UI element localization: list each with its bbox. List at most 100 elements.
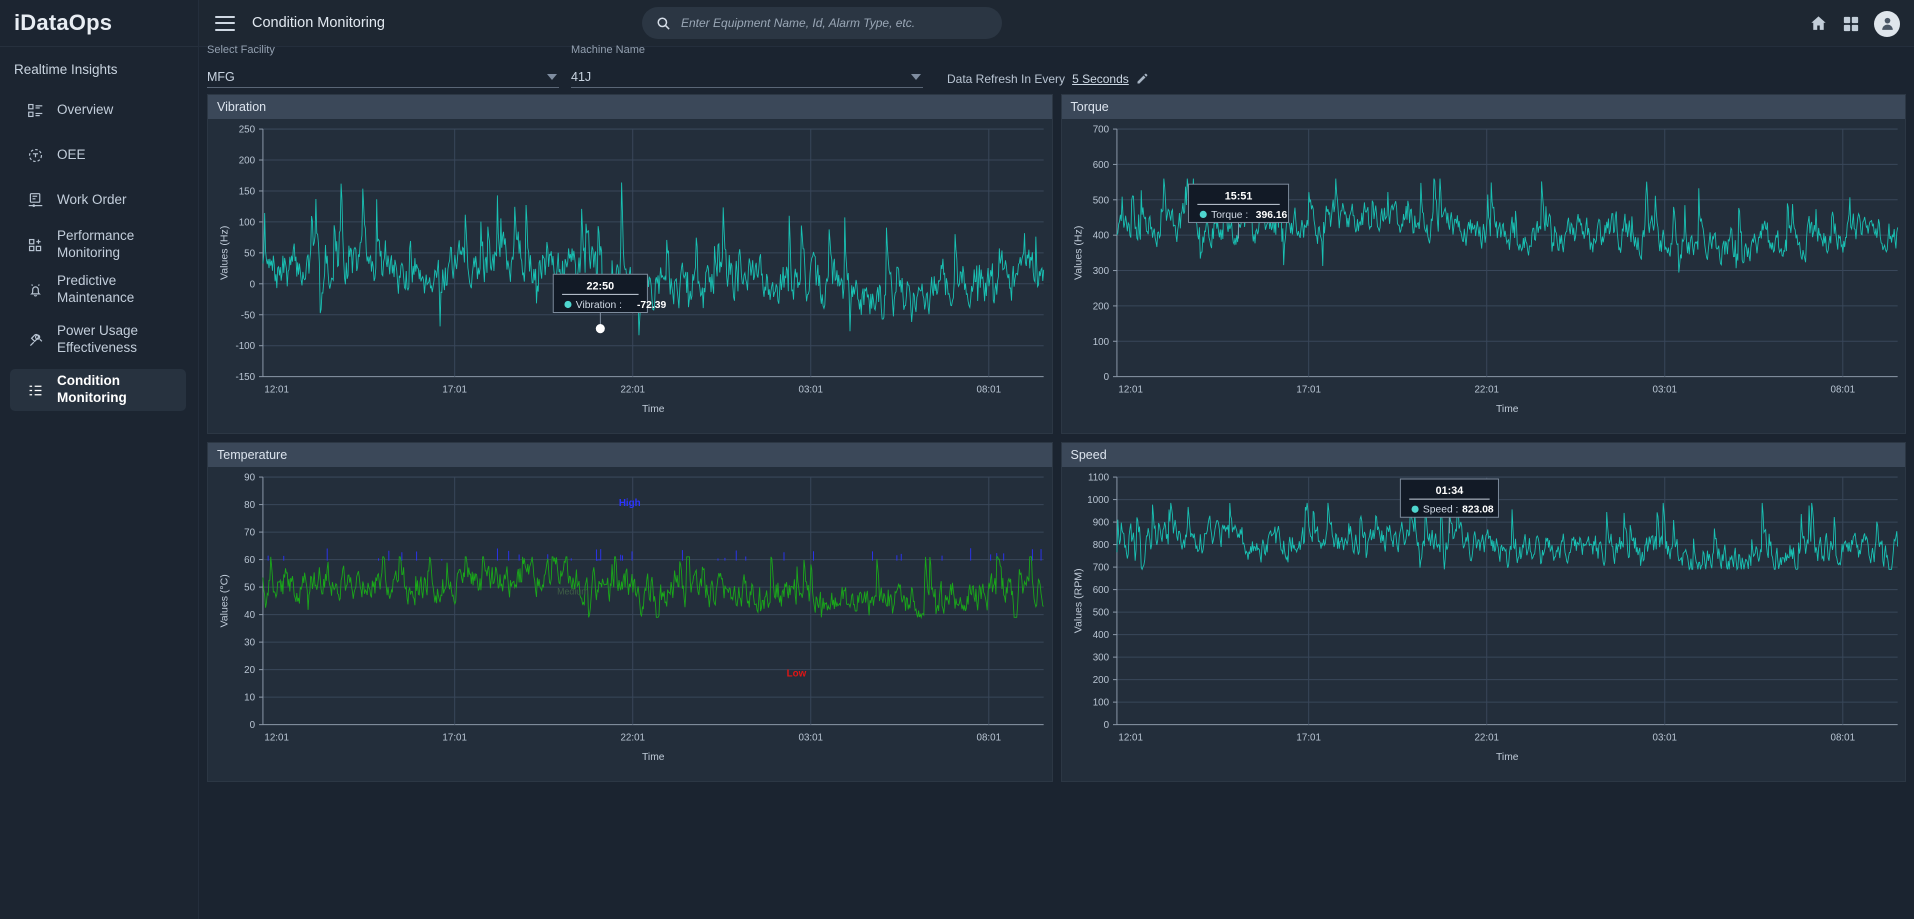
svg-text:12:01: 12:01 — [1118, 733, 1143, 744]
svg-text:01:34: 01:34 — [1435, 485, 1463, 497]
svg-text:800: 800 — [1092, 540, 1109, 551]
sidebar-item-label: Power Usage Effectiveness — [50, 323, 186, 357]
svg-text:Values (RPM): Values (RPM) — [1073, 568, 1084, 633]
svg-text:-72.39: -72.39 — [637, 300, 666, 311]
search-icon — [656, 16, 672, 31]
gauge-circle-icon — [20, 147, 50, 164]
sidebar-item-label: Work Order — [50, 192, 127, 209]
svg-text:03:01: 03:01 — [1652, 385, 1677, 396]
brand-logo[interactable]: iDataOps — [0, 0, 198, 47]
svg-text:60: 60 — [244, 555, 255, 566]
svg-text:Time: Time — [1496, 404, 1519, 415]
svg-text:500: 500 — [1092, 608, 1109, 619]
chart-speed[interactable]: 010020030040050060070080090010001100Valu… — [1062, 467, 1906, 781]
page-title: Condition Monitoring — [252, 15, 385, 31]
sidebar-item-label: Predictive Maintenance — [50, 273, 186, 307]
machine-select-value: 41J — [571, 70, 591, 84]
svg-text:150: 150 — [239, 186, 256, 197]
machine-select[interactable]: Machine Name 41J — [571, 66, 923, 88]
svg-text:100: 100 — [239, 217, 256, 228]
sidebar-item-predictive-maintenance[interactable]: Predictive Maintenance — [10, 269, 186, 311]
svg-text:17:01: 17:01 — [442, 733, 467, 744]
data-refresh-value[interactable]: 5 Seconds — [1072, 72, 1129, 86]
user-avatar-icon[interactable] — [1874, 11, 1900, 37]
sidebar-item-work-order[interactable]: Work Order — [10, 179, 186, 221]
sidebar-item-oee[interactable]: OEE — [10, 134, 186, 176]
list-layout-icon — [20, 102, 50, 119]
svg-text:08:01: 08:01 — [1830, 385, 1855, 396]
svg-text:300: 300 — [1092, 266, 1109, 277]
pencil-icon[interactable] — [1136, 73, 1148, 85]
svg-text:Time: Time — [1496, 752, 1519, 763]
svg-text:700: 700 — [1092, 563, 1109, 574]
svg-text:200: 200 — [239, 155, 256, 166]
main-content: Condition Monitoring — [199, 0, 1914, 919]
panel-temperature: Temperature 0102030405060708090Values (°… — [207, 442, 1053, 782]
chart-torque[interactable]: 0100200300400500600700Values (Hz) 12:011… — [1062, 119, 1906, 433]
svg-text:0: 0 — [1103, 720, 1109, 731]
sidebar-item-condition-monitoring[interactable]: Condition Monitoring — [10, 369, 186, 411]
svg-text:Low: Low — [787, 668, 807, 679]
svg-text:Values (°C): Values (°C) — [220, 574, 231, 627]
sidebar-item-performance-monitoring[interactable]: Performance Monitoring — [10, 224, 186, 266]
charts-grid: Vibration -150-100-50050100150200250Valu… — [199, 88, 1914, 919]
svg-text:Values (Hz): Values (Hz) — [1073, 226, 1084, 280]
svg-text:823.08: 823.08 — [1462, 505, 1494, 516]
panel-title-torque: Torque — [1062, 95, 1906, 119]
top-bar-icons — [1809, 0, 1900, 47]
svg-text:High: High — [619, 498, 641, 509]
search-input[interactable] — [672, 16, 988, 30]
svg-text:Values (Hz): Values (Hz) — [220, 226, 231, 280]
apps-grid-icon[interactable] — [1842, 15, 1860, 33]
svg-text:Speed :: Speed : — [1422, 505, 1457, 516]
panel-title-temperature: Temperature — [208, 443, 1052, 467]
svg-text:396.16: 396.16 — [1255, 210, 1287, 221]
svg-text:80: 80 — [244, 500, 255, 511]
svg-text:0: 0 — [250, 279, 256, 290]
svg-text:03:01: 03:01 — [798, 733, 823, 744]
sidebar-item-power-usage-effectiveness[interactable]: Power Usage Effectiveness — [10, 314, 186, 366]
svg-text:Time: Time — [642, 752, 665, 763]
machine-select-field[interactable]: 41J — [571, 66, 923, 88]
svg-text:03:01: 03:01 — [798, 385, 823, 396]
svg-text:08:01: 08:01 — [977, 733, 1002, 744]
svg-text:22:50: 22:50 — [587, 280, 615, 292]
chevron-down-icon — [911, 74, 921, 80]
svg-text:200: 200 — [1092, 301, 1109, 312]
svg-text:50: 50 — [244, 248, 255, 259]
sidebar-item-label: OEE — [50, 147, 86, 164]
svg-text:Medium: Medium — [557, 586, 588, 596]
svg-text:1000: 1000 — [1087, 495, 1109, 506]
chart-temperature[interactable]: 0102030405060708090Values (°C) 12:0117:0… — [208, 467, 1052, 781]
svg-text:-50: -50 — [241, 310, 256, 321]
svg-text:40: 40 — [244, 610, 255, 621]
sidebar-item-overview[interactable]: Overview — [10, 89, 186, 131]
svg-text:Torque :: Torque : — [1211, 210, 1248, 221]
svg-text:10: 10 — [244, 693, 255, 704]
svg-text:22:01: 22:01 — [620, 385, 645, 396]
svg-text:900: 900 — [1092, 517, 1109, 528]
facility-select-field[interactable]: MFG — [207, 66, 559, 88]
search-box[interactable] — [642, 7, 1002, 39]
hamburger-icon[interactable] — [215, 16, 235, 31]
svg-text:0: 0 — [1103, 372, 1109, 383]
panel-vibration: Vibration -150-100-50050100150200250Valu… — [207, 94, 1053, 434]
grid-plus-icon — [20, 237, 50, 254]
home-icon[interactable] — [1809, 14, 1828, 33]
svg-text:1100: 1100 — [1088, 472, 1110, 483]
svg-text:100: 100 — [1092, 698, 1109, 709]
facility-select[interactable]: Select Facility MFG — [207, 66, 559, 88]
data-refresh-prefix: Data Refresh In Every — [947, 72, 1065, 86]
power-plug-icon — [20, 332, 50, 349]
svg-text:300: 300 — [1092, 653, 1109, 664]
top-bar: Condition Monitoring — [199, 0, 1914, 47]
panel-speed: Speed 0100200300400500600700800900100011… — [1061, 442, 1907, 782]
chart-vibration[interactable]: -150-100-50050100150200250Values (Hz) 12… — [208, 119, 1052, 433]
data-refresh-note: Data Refresh In Every 5 Seconds — [947, 72, 1148, 86]
svg-text:12:01: 12:01 — [264, 733, 289, 744]
svg-text:12:01: 12:01 — [264, 385, 289, 396]
sidebar-section-title: Realtime Insights — [0, 47, 198, 89]
svg-text:400: 400 — [1092, 630, 1109, 641]
svg-text:50: 50 — [244, 583, 255, 594]
svg-text:200: 200 — [1092, 675, 1109, 686]
